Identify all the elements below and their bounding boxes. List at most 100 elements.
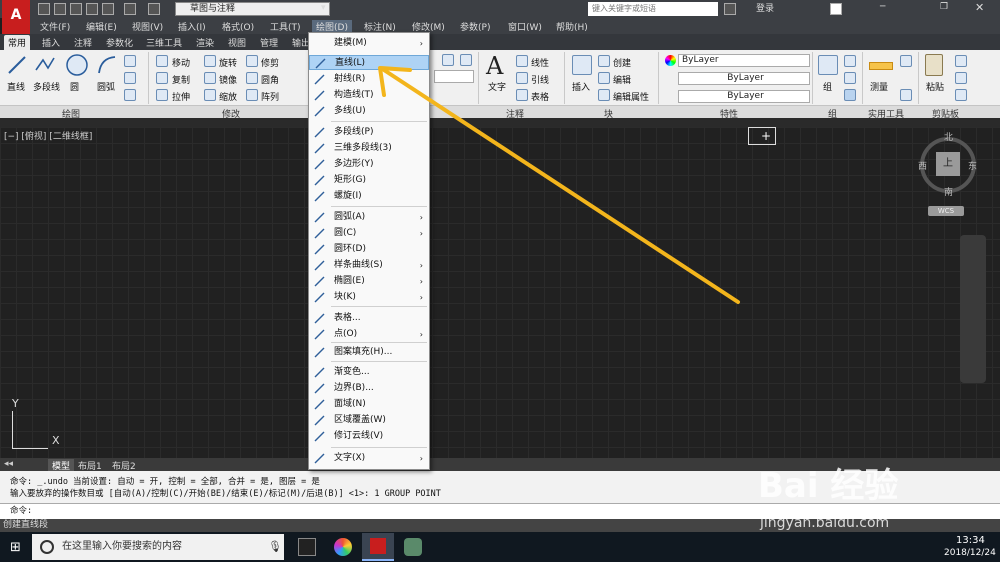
new-file-icon[interactable] (38, 3, 50, 15)
draw-menu-item[interactable]: 表格... (309, 311, 429, 326)
help-icon[interactable] (830, 3, 842, 15)
line-tool-label[interactable]: 直线 (7, 80, 25, 93)
line-tool-icon[interactable] (6, 54, 28, 76)
draw-menu-item[interactable]: 多线(U) (309, 104, 429, 119)
group-icon[interactable] (818, 55, 838, 75)
edit-attr-label[interactable]: 编辑属性 (613, 90, 649, 103)
measure-icon[interactable] (869, 62, 893, 70)
draw-menu-item[interactable]: 多边形(Y) (309, 157, 429, 172)
clock-date[interactable]: 2018/12/24 (944, 548, 996, 558)
color-wheel-icon[interactable] (665, 55, 676, 66)
clock-time[interactable]: 13:34 (956, 535, 985, 546)
copy-clip-icon[interactable] (955, 72, 967, 84)
table-label[interactable]: 表格 (531, 90, 549, 103)
draw-menu-item[interactable]: 构造线(T) (309, 88, 429, 103)
quick-select-icon[interactable] (900, 55, 912, 67)
fillet-label[interactable]: 圆角 (261, 73, 279, 86)
taskbar-search-input[interactable]: 在这里输入你要搜索的内容 (32, 534, 284, 560)
measure-label[interactable]: 测量 (870, 80, 888, 93)
print-icon[interactable] (102, 3, 114, 15)
draw-menu-item[interactable]: 边界(B)... (309, 381, 429, 396)
edit-block-icon[interactable] (598, 72, 610, 84)
menu-parametric[interactable]: 参数(P) (460, 20, 490, 33)
ungroup-icon[interactable] (844, 55, 856, 67)
tab-render[interactable]: 渲染 (196, 36, 214, 49)
wcs-dropdown[interactable]: WCS (928, 206, 964, 216)
layer-props-icon[interactable] (442, 54, 454, 66)
fillet-icon[interactable] (246, 72, 258, 84)
stretch-label[interactable]: 拉伸 (172, 90, 190, 103)
draw-menu-item[interactable]: 椭圆(E) › (309, 274, 429, 289)
scale-icon[interactable] (204, 89, 216, 101)
edit-attr-icon[interactable] (598, 89, 610, 101)
polyline-tool-label[interactable]: 多段线 (33, 80, 60, 93)
windows-start-icon[interactable]: ⊞ (10, 540, 21, 555)
mirror-label[interactable]: 镜像 (219, 73, 237, 86)
redo-icon[interactable] (148, 3, 160, 15)
tab-manage[interactable]: 管理 (260, 36, 278, 49)
insert-block-icon[interactable] (572, 55, 592, 75)
create-block-label[interactable]: 创建 (613, 56, 631, 69)
restore-icon[interactable]: ❐ (940, 2, 948, 12)
draw-menu-item[interactable]: 渐变色... (309, 365, 429, 380)
draw-menu-item[interactable]: 建模(M) › (309, 36, 429, 51)
hatch-tool-icon[interactable] (124, 72, 136, 84)
cortana-icon[interactable] (40, 540, 54, 554)
rotate-label[interactable]: 旋转 (219, 56, 237, 69)
menu-tools[interactable]: 工具(T) (270, 20, 301, 33)
menu-format[interactable]: 格式(O) (222, 20, 254, 33)
navigation-bar[interactable] (960, 235, 986, 383)
drawing-canvas[interactable]: [−] [俯视] [二维线框] + 上 北 南 东 西 WCS Y X (0, 127, 1000, 458)
move-icon[interactable] (156, 55, 168, 67)
circle-tool-icon[interactable] (64, 52, 90, 78)
login-link[interactable]: 登录 (756, 2, 774, 16)
layer-match-icon[interactable] (460, 54, 472, 66)
color-app-icon[interactable] (334, 538, 352, 556)
draw-menu-item[interactable]: 多段线(P) (309, 125, 429, 140)
text-tool-label[interactable]: 文字 (488, 80, 506, 93)
menu-edit[interactable]: 编辑(E) (86, 20, 117, 33)
match-props-icon[interactable] (955, 89, 967, 101)
edit-block-label[interactable]: 编辑 (613, 73, 631, 86)
draw-menu-item[interactable]: 面域(N) (309, 397, 429, 412)
draw-menu-item[interactable]: 圆环(D) (309, 242, 429, 257)
trim-label[interactable]: 修剪 (261, 56, 279, 69)
chevron-down-icon[interactable]: ▾ (321, 3, 326, 13)
draw-menu-item[interactable]: 修订云线(V) (309, 429, 429, 444)
create-block-icon[interactable] (598, 55, 610, 67)
draw-menu-item[interactable]: 直线(L) (309, 55, 429, 70)
undo-icon[interactable] (124, 3, 136, 15)
media-app-icon[interactable] (298, 538, 316, 556)
binoculars-icon[interactable] (724, 3, 736, 15)
insert-block-label[interactable]: 插入 (572, 80, 590, 93)
table-icon[interactable] (516, 89, 528, 101)
draw-menu-item[interactable]: 圆弧(A) › (309, 210, 429, 225)
draw-menu-item[interactable]: 块(K) › (309, 290, 429, 305)
array-label[interactable]: 阵列 (261, 90, 279, 103)
tab-annotate[interactable]: 注释 (74, 36, 92, 49)
draw-menu-item[interactable]: 三维多段线(3) (309, 141, 429, 156)
rectangle-tool-icon[interactable] (124, 55, 136, 67)
polyline-tool-icon[interactable] (34, 54, 56, 76)
paint-app-icon[interactable] (404, 538, 422, 556)
arc-tool-icon[interactable] (96, 54, 118, 76)
cut-icon[interactable] (955, 55, 967, 67)
tab-parametric[interactable]: 参数化 (106, 36, 133, 49)
tab-view[interactable]: 视图 (228, 36, 246, 49)
arc-tool-label[interactable]: 圆弧 (97, 80, 115, 93)
stretch-icon[interactable] (156, 89, 168, 101)
linear-dim-label[interactable]: 线性 (531, 56, 549, 69)
autocad-logo[interactable]: A (2, 0, 30, 34)
lineweight-dropdown[interactable]: ByLayer (678, 90, 810, 103)
close-icon[interactable]: ✕ (975, 1, 984, 14)
group-edit-icon[interactable] (844, 72, 856, 84)
linetype-dropdown[interactable]: ByLayer (678, 72, 810, 85)
viewport-label[interactable]: [−] [俯视] [二维线框] (4, 129, 92, 142)
array-icon[interactable] (246, 89, 258, 101)
copy-label[interactable]: 复制 (172, 73, 190, 86)
paste-icon[interactable] (925, 54, 943, 76)
microphone-icon[interactable]: 🎙 (268, 540, 282, 553)
draw-menu-item[interactable]: 点(O) › (309, 327, 429, 342)
minimize-icon[interactable]: ─ (880, 2, 885, 12)
mirror-icon[interactable] (204, 72, 216, 84)
